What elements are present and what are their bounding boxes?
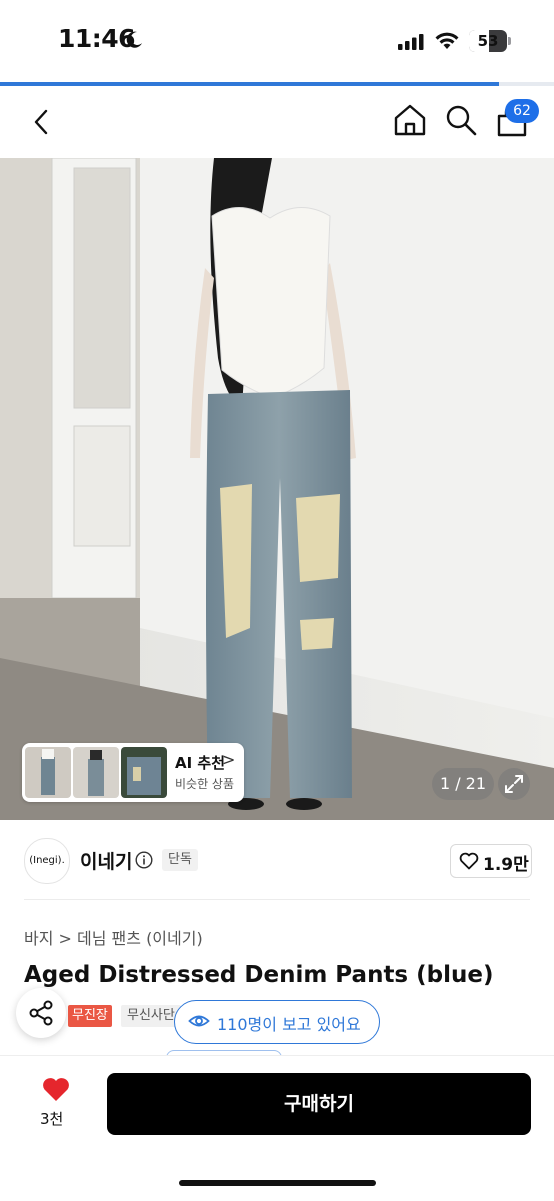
- tag-mujinjang: 무진장: [68, 1005, 112, 1027]
- thumbnail[interactable]: [73, 747, 119, 798]
- battery-indicator: 53: [469, 30, 507, 52]
- ai-recommend-title: AI 추천: [175, 754, 226, 772]
- battery-percent: 53: [477, 32, 499, 50]
- similar-items-strip[interactable]: AI 추천 > 비슷한 상품: [22, 743, 244, 802]
- tag-musinsa: 무신사단: [121, 1005, 181, 1027]
- back-icon: [34, 109, 48, 135]
- viewers-text: 110명이 보고 있어요: [217, 1015, 361, 1034]
- expand-icon: [505, 775, 523, 793]
- back-button[interactable]: [24, 102, 58, 142]
- thumbnail[interactable]: [25, 747, 71, 798]
- product-image[interactable]: [0, 158, 554, 820]
- share-button[interactable]: [16, 988, 66, 1038]
- home-indicator: [179, 1180, 376, 1186]
- wifi-icon: [435, 32, 459, 49]
- heart-outline-icon: [459, 852, 479, 870]
- brand-logo[interactable]: (Inegi).: [24, 838, 70, 884]
- info-icon[interactable]: [135, 851, 153, 869]
- signal-icon: [398, 34, 424, 50]
- brand-like-count: 1.9만: [483, 855, 529, 875]
- breadcrumb[interactable]: 바지 > 데님 팬츠 (이네기): [24, 925, 203, 949]
- exclusive-badge: 단독: [162, 849, 198, 871]
- buy-button[interactable]: 구매하기: [107, 1073, 531, 1135]
- expand-button[interactable]: [498, 768, 530, 800]
- ai-recommend-subtitle: 비슷한 상품: [175, 777, 235, 791]
- cart-count-badge: 62: [505, 99, 539, 123]
- thumbnail[interactable]: [121, 747, 167, 798]
- divider: [24, 899, 530, 900]
- search-icon[interactable]: [444, 102, 478, 138]
- heart-filled-icon: [43, 1078, 69, 1101]
- home-icon[interactable]: [392, 102, 428, 138]
- chevron-right-icon: >: [222, 750, 236, 769]
- product-title: Aged Distressed Denim Pants (blue): [24, 962, 494, 988]
- brand-name[interactable]: 이네기: [80, 847, 132, 874]
- eye-icon: [188, 1015, 210, 1027]
- image-counter: 1 / 21: [432, 768, 494, 800]
- wishlist-count: 3천: [40, 1110, 64, 1128]
- battery-tip: [508, 37, 511, 45]
- moon-icon: [126, 31, 142, 48]
- share-icon: [29, 1000, 53, 1026]
- product-photo-illustration: [0, 158, 554, 820]
